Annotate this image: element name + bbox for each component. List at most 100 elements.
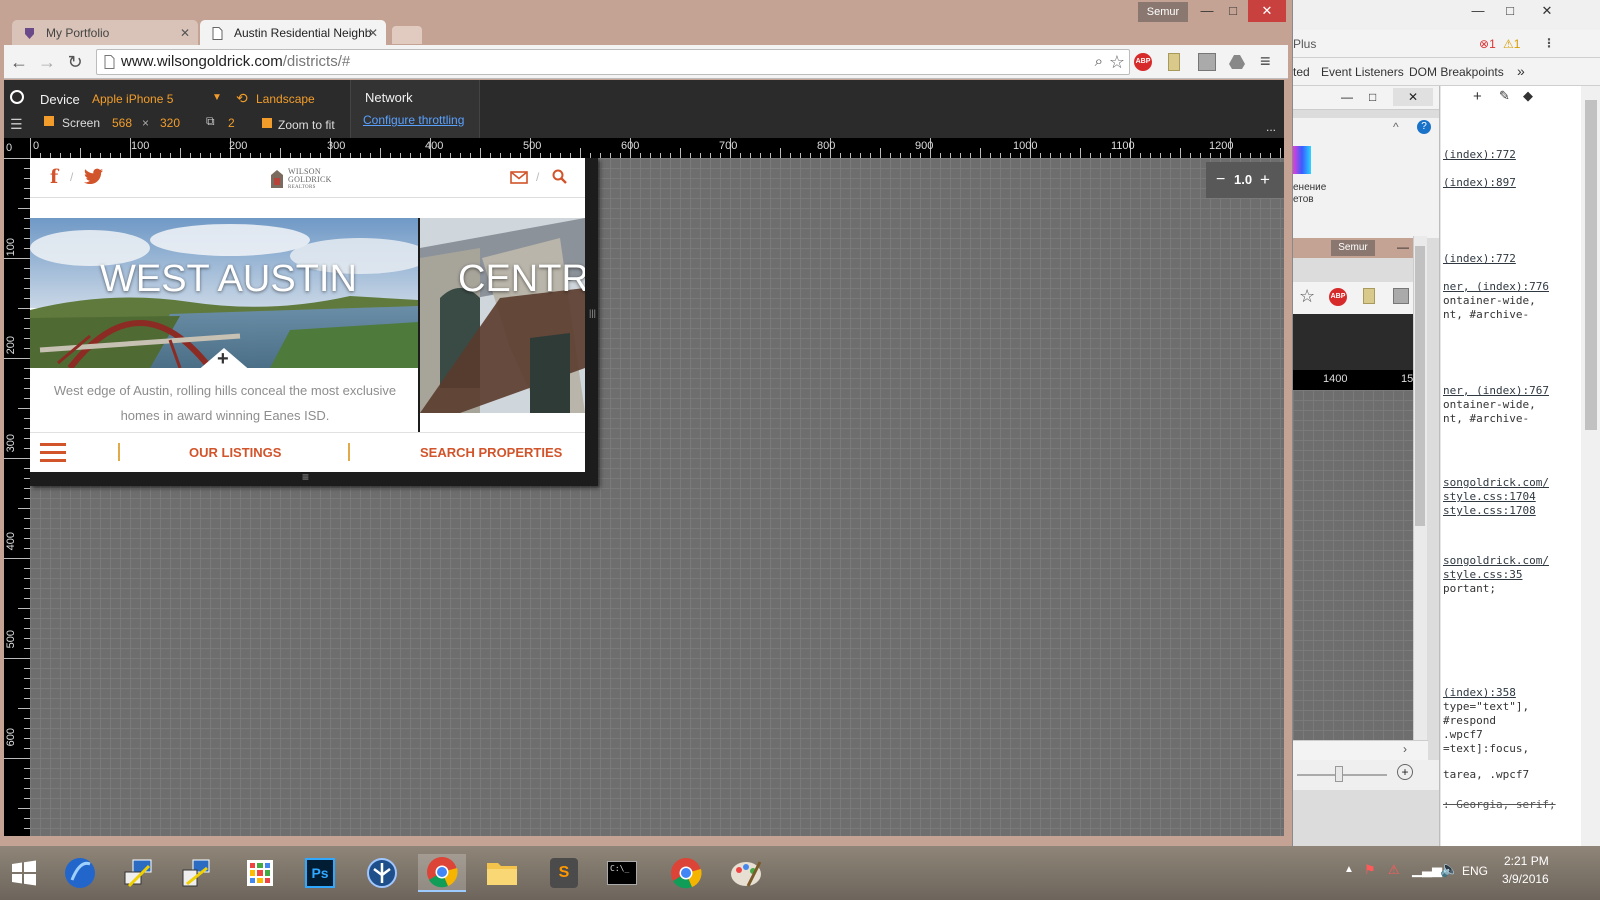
minimize-icon[interactable]: —	[1461, 0, 1495, 22]
new-tab-button[interactable]	[392, 26, 422, 44]
search-properties-link[interactable]: SEARCH PROPERTIES	[420, 445, 562, 460]
style-rule-line[interactable]: (index):897	[1443, 176, 1516, 189]
zoom-out-button[interactable]: −	[1216, 162, 1225, 198]
style-rule-line[interactable]: style.css:35	[1443, 568, 1522, 581]
zoom-in-icon[interactable]: +	[1397, 764, 1413, 780]
profile-badge[interactable]: Semur	[1138, 2, 1188, 22]
address-bar[interactable]: www.wilsongoldrick.com/districts/# ⌕ ☆	[96, 49, 1130, 75]
kebab-menu-icon[interactable]: ⋮	[1543, 36, 1555, 50]
twitter-icon[interactable]	[84, 168, 104, 184]
chrome-icon[interactable]	[418, 854, 466, 892]
maximize-icon[interactable]: □	[1369, 90, 1376, 104]
network-app-icon-2[interactable]	[172, 854, 220, 892]
browser-app-icon[interactable]	[56, 854, 104, 892]
chrome-2-icon[interactable]	[662, 854, 710, 892]
mail-icon[interactable]	[510, 171, 528, 184]
zoom-to-fit-checkbox[interactable]	[262, 118, 272, 128]
drive-icon[interactable]	[1228, 53, 1246, 71]
show-hidden-icons-icon[interactable]: ▲	[1344, 864, 1354, 875]
menu-icon[interactable]: ≡	[1260, 51, 1271, 72]
star-icon[interactable]: ☆	[1109, 50, 1125, 74]
zoom-icon[interactable]: ⌕	[1095, 50, 1103, 74]
screen-checkbox[interactable]	[44, 116, 54, 126]
language-indicator[interactable]: ENG	[1462, 864, 1488, 878]
dpr-input[interactable]: 2	[228, 116, 235, 130]
scrollbar-thumb[interactable]	[1585, 100, 1597, 430]
sublime-text-icon[interactable]: S	[540, 854, 588, 892]
zoom-slider-thumb[interactable]	[1335, 766, 1343, 782]
settings-app-icon[interactable]	[358, 854, 406, 892]
paint-icon[interactable]	[722, 854, 770, 892]
maximize-icon[interactable]: □	[1216, 0, 1250, 22]
flag-icon[interactable]: ⚑	[1364, 862, 1376, 878]
tab-dom-breakpoints[interactable]: DOM Breakpoints	[1409, 65, 1504, 79]
media-queries-icon[interactable]: ☰	[10, 116, 23, 133]
photoshop-icon[interactable]: Ps	[296, 854, 344, 892]
tab-fragment[interactable]: ted	[1293, 65, 1310, 79]
more-options-icon[interactable]: ...	[1266, 120, 1276, 134]
more-tabs-icon[interactable]: »	[1517, 63, 1525, 79]
forward-icon[interactable]: →	[36, 51, 58, 73]
style-rule-line[interactable]: style.css:1704	[1443, 490, 1536, 503]
disable-emulation-icon[interactable]	[10, 90, 24, 104]
expand-tab[interactable]: +	[196, 344, 252, 368]
maximize-icon[interactable]: □	[1493, 0, 1527, 22]
extension-icon[interactable]	[1363, 288, 1375, 304]
extension-icon-2[interactable]	[1393, 288, 1409, 304]
adblock-icon[interactable]: ABP	[1134, 53, 1152, 71]
screen-width-input[interactable]: 568	[112, 116, 132, 130]
apps-grid-icon[interactable]	[236, 854, 284, 892]
style-rule-line[interactable]: songoldrick.com/	[1443, 476, 1549, 489]
windows-start-icon[interactable]	[0, 854, 48, 892]
search-icon[interactable]	[552, 169, 567, 184]
volume-icon[interactable]: 🔈	[1440, 860, 1459, 878]
resize-handle-bottom[interactable]: ≡	[30, 470, 598, 486]
minimize-icon[interactable]: —	[1397, 240, 1409, 254]
district-card-west-austin[interactable]: WEST AUSTIN + West edge of Austin, rolli…	[30, 218, 418, 432]
zoom-in-button[interactable]: +	[1260, 162, 1270, 198]
screen-height-input[interactable]: 320	[160, 116, 180, 130]
minimize-icon[interactable]: —	[1341, 90, 1353, 104]
district-card-central[interactable]: CENTRA	[420, 218, 585, 432]
element-state-icon[interactable]: ◆	[1523, 88, 1533, 104]
configure-throttling-link[interactable]: Configure throttling	[363, 113, 464, 127]
chevron-right-icon[interactable]: ›	[1403, 742, 1407, 756]
reload-icon[interactable]: ↻	[64, 51, 86, 73]
color-picker-icon[interactable]	[1293, 146, 1311, 174]
back-icon[interactable]: ←	[8, 51, 30, 73]
file-explorer-icon[interactable]	[478, 854, 526, 892]
help-icon[interactable]: ?	[1417, 120, 1431, 134]
clock-date[interactable]: 3/9/2016	[1502, 872, 1549, 886]
site-logo[interactable]: WILSON GOLDRICK REALTORS	[270, 167, 350, 191]
close-icon[interactable]: ✕	[1525, 0, 1569, 22]
style-rule-line[interactable]: style.css:1708	[1443, 504, 1536, 517]
styles-scrollbar[interactable]	[1581, 86, 1600, 848]
command-prompt-icon[interactable]: C:\_	[598, 854, 646, 892]
chevron-down-icon[interactable]: ▼	[212, 92, 222, 103]
new-rule-icon[interactable]: +	[1473, 88, 1482, 105]
style-rule-line[interactable]: songoldrick.com/	[1443, 554, 1549, 567]
tab-austin-neighborhoods[interactable]: Austin Residential Neighb ✕	[200, 20, 386, 46]
warning-count[interactable]: ⚠1	[1503, 37, 1520, 51]
tab-event-listeners[interactable]: Event Listeners	[1321, 65, 1404, 79]
close-icon[interactable]: ✕	[1393, 88, 1433, 106]
network-app-icon[interactable]	[114, 854, 162, 892]
clock-time[interactable]: 2:21 PM	[1504, 854, 1549, 868]
extension-icon[interactable]	[1168, 53, 1180, 71]
scrollbar-thumb[interactable]	[1415, 246, 1425, 526]
facebook-icon[interactable]: f	[50, 166, 58, 188]
device-select[interactable]: Apple iPhone 5	[92, 92, 173, 106]
extension-icon-2[interactable]	[1198, 53, 1216, 71]
error-count[interactable]: ⊗1	[1479, 37, 1496, 51]
tab-my-portfolio[interactable]: My Portfolio ✕	[12, 20, 198, 46]
style-rule-line[interactable]: ner, (index):767	[1443, 384, 1549, 397]
our-listings-link[interactable]: OUR LISTINGS	[189, 445, 281, 460]
close-icon[interactable]: ✕	[1248, 0, 1286, 22]
style-rule-line[interactable]: (index):772	[1443, 252, 1516, 265]
orientation-toggle[interactable]: Landscape	[256, 92, 315, 106]
close-icon[interactable]: ✕	[368, 20, 378, 46]
resize-handle-right[interactable]: |||	[586, 158, 598, 472]
rotate-icon[interactable]: ⟲	[236, 90, 248, 107]
network-warning-icon[interactable]: ⚠	[1388, 862, 1400, 878]
close-icon[interactable]: ✕	[180, 20, 190, 46]
